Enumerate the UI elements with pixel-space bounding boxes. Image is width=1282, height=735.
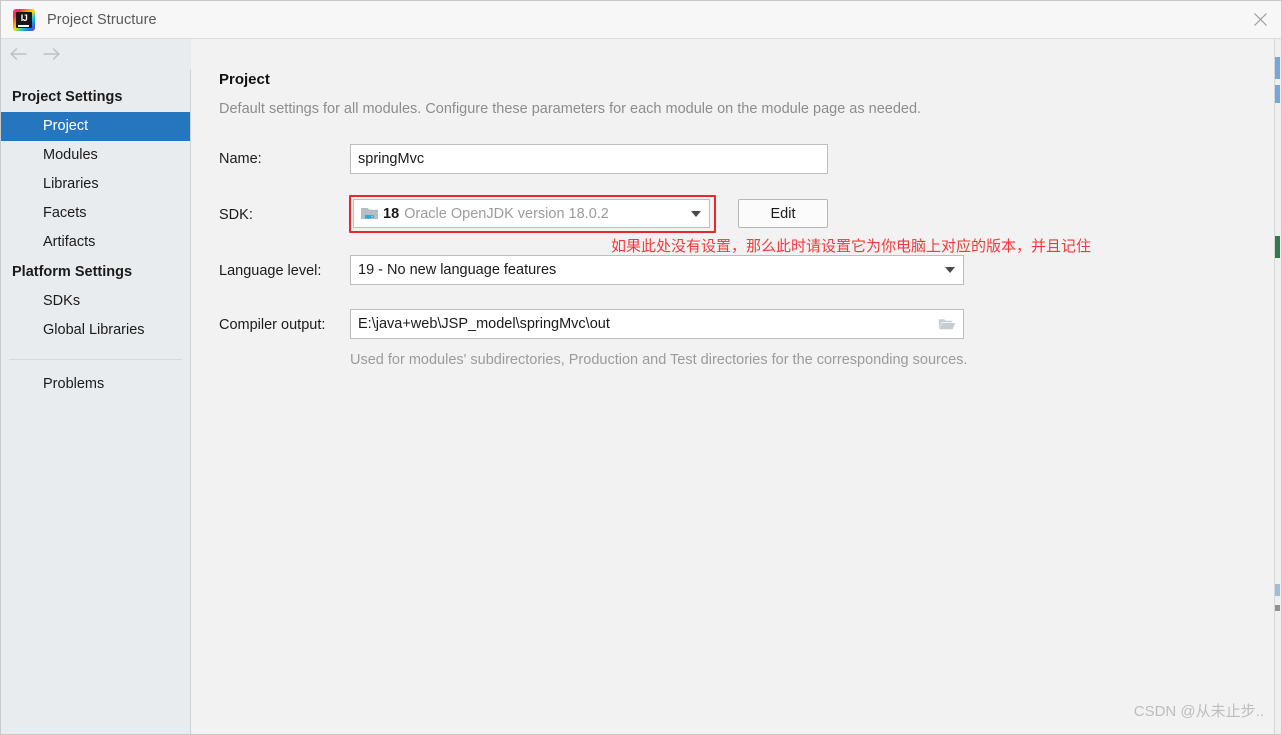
sidebar-item-problems[interactable]: Problems xyxy=(1,370,190,399)
name-label: Name: xyxy=(219,151,262,167)
chevron-down-icon xyxy=(945,267,955,273)
sidebar-item-sdks[interactable]: SDKs xyxy=(1,287,190,316)
sdk-description: Oracle OpenJDK version 18.0.2 xyxy=(404,205,609,222)
background-window-edge xyxy=(1274,39,1281,734)
sidebar-item-modules[interactable]: Modules xyxy=(1,141,190,170)
compiler-output-hint: Used for modules' subdirectories, Produc… xyxy=(350,352,968,368)
sdk-version: 18 xyxy=(383,205,400,222)
settings-sidebar: Project Settings Project Modules Librari… xyxy=(1,69,191,734)
language-level-label: Language level: xyxy=(219,263,322,279)
language-level-combobox[interactable]: 19 - No new language features xyxy=(350,255,964,285)
chevron-down-icon xyxy=(691,210,701,217)
folder-browse-icon xyxy=(938,319,956,330)
forward-button[interactable] xyxy=(35,39,69,69)
sdk-combobox[interactable]: 18 Oracle OpenJDK version 18.0.2 xyxy=(353,199,710,228)
compiler-output-browse-button[interactable] xyxy=(931,310,963,338)
back-button[interactable] xyxy=(1,39,35,69)
sidebar-item-global-libraries[interactable]: Global Libraries xyxy=(1,316,190,345)
project-name-input[interactable]: springMvc xyxy=(350,144,828,174)
title-bar: IJ Project Structure xyxy=(1,1,1281,39)
intellij-idea-icon: IJ xyxy=(13,8,35,31)
close-icon xyxy=(1253,13,1267,26)
sidebar-item-project[interactable]: Project xyxy=(1,112,190,141)
csdn-watermark: CSDN @从未止步.. xyxy=(1133,703,1264,720)
project-structure-dialog: IJ Project Structure Project Settings Pr… xyxy=(0,0,1282,735)
compiler-output-input[interactable]: E:\java+web\JSP_model\springMvc\out xyxy=(350,309,964,339)
sdk-label: SDK: xyxy=(219,207,253,223)
compiler-output-value: E:\java+web\JSP_model\springMvc\out xyxy=(358,316,610,332)
sidebar-divider xyxy=(9,359,182,360)
project-settings-panel: Project Default settings for all modules… xyxy=(192,39,1281,734)
annotation-text: 如果此处没有设置，那么此时请设置它为你电脑上对应的版本，并且记住 xyxy=(611,238,1092,255)
edit-sdk-button[interactable]: Edit xyxy=(738,199,828,228)
navigation-toolbar xyxy=(1,39,191,69)
page-title: Project xyxy=(219,71,270,88)
sidebar-item-libraries[interactable]: Libraries xyxy=(1,170,190,199)
language-level-value: 19 - No new language features xyxy=(358,262,557,278)
window-title: Project Structure xyxy=(47,11,157,28)
sdk-dropdown-arrow[interactable] xyxy=(683,200,709,227)
arrow-left-icon xyxy=(10,48,27,60)
language-level-dropdown-arrow[interactable] xyxy=(937,256,963,284)
sidebar-item-facets[interactable]: Facets xyxy=(1,199,190,228)
jdk-folder-icon xyxy=(361,206,378,221)
page-subtitle: Default settings for all modules. Config… xyxy=(219,101,922,117)
compiler-output-label: Compiler output: xyxy=(219,317,326,333)
arrow-right-icon xyxy=(43,48,60,60)
sidebar-group-project-settings: Project Settings xyxy=(12,89,123,105)
sdk-combobox-value: 18 Oracle OpenJDK version 18.0.2 xyxy=(354,206,683,222)
close-button[interactable] xyxy=(1237,1,1281,38)
sidebar-group-platform-settings: Platform Settings xyxy=(12,264,133,280)
sidebar-item-artifacts[interactable]: Artifacts xyxy=(1,228,190,257)
